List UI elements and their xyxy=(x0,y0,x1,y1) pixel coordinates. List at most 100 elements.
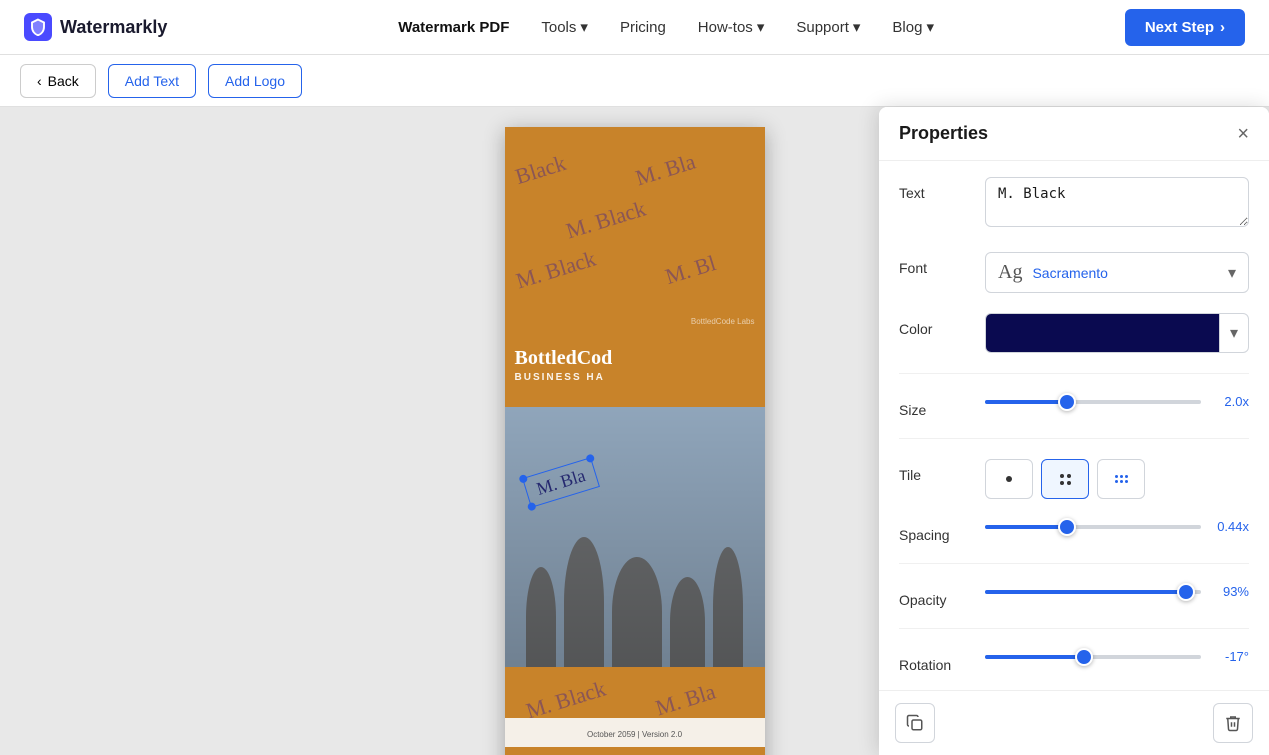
text-label: Text xyxy=(899,177,969,201)
nav-watermark-pdf[interactable]: Watermark PDF xyxy=(398,19,509,36)
tile-grid-dots xyxy=(1060,474,1071,485)
nav-right: Next Step › xyxy=(1125,9,1245,46)
duplicate-button[interactable] xyxy=(895,703,935,743)
opacity-slider-row: 93% xyxy=(985,584,1249,599)
text-row: Text M. Black xyxy=(899,177,1249,232)
duplicate-icon xyxy=(906,714,924,732)
sdot-4 xyxy=(1115,480,1118,483)
support-chevron-icon: ▾ xyxy=(853,18,861,36)
rotation-slider-thumb[interactable] xyxy=(1075,648,1093,666)
brand-icon xyxy=(24,13,52,41)
rotation-slider[interactable] xyxy=(985,655,1201,659)
watermark-1: Black xyxy=(512,150,569,190)
dot-2 xyxy=(1067,474,1071,478)
size-slider-thumb[interactable] xyxy=(1058,393,1076,411)
spacing-slider[interactable] xyxy=(985,525,1201,529)
size-slider[interactable] xyxy=(985,400,1201,404)
delete-button[interactable] xyxy=(1213,703,1253,743)
size-value: 2.0x xyxy=(1211,394,1249,409)
watermark-3: M. Black xyxy=(562,196,648,245)
spacing-row: Spacing 0.44x xyxy=(899,519,1249,543)
main-content: Black M. Bla M. Black M. Black M. Bl M. … xyxy=(0,107,1269,755)
rotation-label: Rotation xyxy=(899,649,969,673)
rotation-slider-fill xyxy=(985,655,1084,659)
rotation-row: Rotation -17° xyxy=(899,649,1249,673)
nav-howtos[interactable]: How-tos ▾ xyxy=(698,18,765,36)
spacing-slider-thumb[interactable] xyxy=(1058,518,1076,536)
back-button[interactable]: ‹ Back xyxy=(20,64,96,98)
sdot-2 xyxy=(1120,475,1123,478)
font-selector[interactable]: Ag Sacramento ▾ xyxy=(985,252,1249,293)
howtos-chevron-icon: ▾ xyxy=(757,18,765,36)
pdf-logo: BottledCode Labs xyxy=(691,317,755,326)
font-label: Font xyxy=(899,252,969,276)
divider-1 xyxy=(899,373,1249,374)
dot-1 xyxy=(1060,474,1064,478)
size-control: 2.0x xyxy=(985,394,1249,409)
sdot-5 xyxy=(1120,480,1123,483)
size-slider-fill xyxy=(985,400,1067,404)
blog-chevron-icon: ▾ xyxy=(926,18,934,36)
pdf-subtitle: BUSINESS HA xyxy=(515,372,755,383)
nav-pricing[interactable]: Pricing xyxy=(620,19,666,36)
tile-control xyxy=(985,459,1249,499)
size-slider-row: 2.0x xyxy=(985,394,1249,409)
nav-blog[interactable]: Blog ▾ xyxy=(892,18,934,36)
font-chevron-icon: ▾ xyxy=(1228,263,1236,283)
divider-2 xyxy=(899,438,1249,439)
nav-support[interactable]: Support ▾ xyxy=(796,18,860,36)
nav-tools[interactable]: Tools ▾ xyxy=(541,18,588,36)
panel-title: Properties xyxy=(899,123,988,144)
toolbar: ‹ Back Add Text Add Logo xyxy=(0,55,1269,107)
delete-icon xyxy=(1224,714,1242,732)
spacing-label: Spacing xyxy=(899,519,969,543)
color-row: Color ▾ xyxy=(899,313,1249,353)
brand: Watermarkly xyxy=(24,13,167,41)
dot-3 xyxy=(1060,481,1064,485)
color-swatch xyxy=(986,314,1219,352)
sdot-1 xyxy=(1115,475,1118,478)
brand-name: Watermarkly xyxy=(60,17,167,38)
opacity-label: Opacity xyxy=(899,584,969,608)
opacity-slider[interactable] xyxy=(985,590,1201,594)
panel-body: Text M. Black Font Ag Sacramento ▾ C xyxy=(879,161,1269,690)
sdot-3 xyxy=(1125,475,1128,478)
tools-chevron-icon: ▾ xyxy=(580,18,588,36)
back-arrow-icon: ‹ xyxy=(37,73,42,89)
panel-footer xyxy=(879,690,1269,755)
company-name: BottledCod xyxy=(515,347,755,370)
tile-single[interactable] xyxy=(985,459,1033,499)
sdot-6 xyxy=(1125,480,1128,483)
color-label: Color xyxy=(899,313,969,337)
divider-4 xyxy=(899,628,1249,629)
spacing-slider-row: 0.44x xyxy=(985,519,1249,534)
opacity-value: 93% xyxy=(1211,584,1249,599)
font-name-label: Sacramento xyxy=(1032,265,1218,281)
tile-label: Tile xyxy=(899,459,969,483)
opacity-slider-thumb[interactable] xyxy=(1177,583,1195,601)
next-step-button[interactable]: Next Step › xyxy=(1125,9,1245,46)
add-text-button[interactable]: Add Text xyxy=(108,64,196,98)
panel-header: Properties × xyxy=(879,107,1269,161)
font-preview-text: Ag xyxy=(998,261,1022,284)
next-chevron-icon: › xyxy=(1220,19,1225,36)
pdf-footer: October 2059 | Version 2.0 xyxy=(505,718,765,747)
color-selector[interactable]: ▾ xyxy=(985,313,1249,353)
tile-scatter[interactable] xyxy=(1097,459,1145,499)
spacing-slider-fill xyxy=(985,525,1067,529)
nav-center: Watermark PDF Tools ▾ Pricing How-tos ▾ … xyxy=(207,18,1124,36)
tile-single-dot xyxy=(1006,476,1012,482)
text-input[interactable]: M. Black xyxy=(985,177,1249,227)
watermark-2: M. Bla xyxy=(632,149,698,192)
pdf-image: M. Bla xyxy=(505,407,765,667)
add-logo-button[interactable]: Add Logo xyxy=(208,64,302,98)
opacity-slider-fill xyxy=(985,590,1186,594)
watermark-9: M. Bla xyxy=(652,679,718,722)
watermark-10: Black xyxy=(562,750,619,755)
color-control: ▾ xyxy=(985,313,1249,353)
pdf-page: Black M. Bla M. Black M. Black M. Bl M. … xyxy=(505,127,765,755)
rotation-value: -17° xyxy=(1211,649,1249,664)
navbar: Watermarkly Watermark PDF Tools ▾ Pricin… xyxy=(0,0,1269,55)
tile-grid[interactable] xyxy=(1041,459,1089,499)
close-button[interactable]: × xyxy=(1237,124,1249,144)
